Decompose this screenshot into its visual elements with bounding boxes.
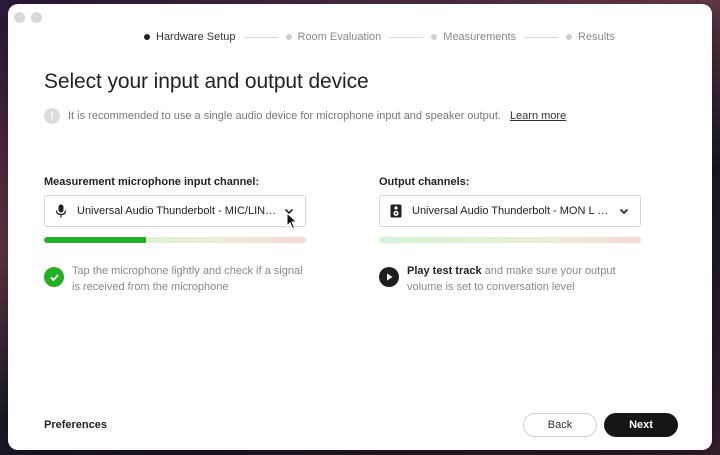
play-icon[interactable] <box>379 267 399 287</box>
output-device-value: Universal Audio Thunderbolt - MON L & R <box>412 205 612 217</box>
mouse-cursor-icon <box>286 212 298 230</box>
window-controls <box>14 12 42 23</box>
output-label: Output channels: <box>379 176 470 188</box>
next-button[interactable]: Next <box>604 413 678 437</box>
app-window: Hardware Setup Room Evaluation Measureme… <box>8 4 712 450</box>
output-level-meter <box>379 237 641 243</box>
input-level-fill <box>44 237 147 243</box>
page-title: Select your input and output device <box>44 70 369 93</box>
step-hardware-setup: Hardware Setup <box>144 31 236 43</box>
input-hint: Tap the microphone lightly and check if … <box>44 263 306 295</box>
step-label: Measurements <box>443 31 517 43</box>
step-connector <box>524 36 559 38</box>
close-window-button[interactable] <box>14 12 25 23</box>
step-label: Hardware Setup <box>156 31 236 43</box>
speaker-icon <box>389 204 403 218</box>
play-test-track-link[interactable]: Play test track <box>407 265 482 277</box>
step-dot-icon <box>285 34 292 40</box>
info-banner: ! It is recommended to use a single audi… <box>44 108 566 124</box>
step-dot-icon <box>566 34 573 40</box>
step-active-dot-icon <box>144 34 150 40</box>
back-button[interactable]: Back <box>523 413 597 437</box>
step-label: Results <box>578 31 615 43</box>
output-hint: Play test track and make sure your outpu… <box>379 263 641 295</box>
minimize-window-button[interactable] <box>31 12 42 23</box>
input-device-value: Universal Audio Thunderbolt - MIC/LINE/H… <box>77 205 277 217</box>
input-section: Measurement microphone input channel: Un… <box>44 176 306 295</box>
step-room-evaluation: Room Evaluation <box>285 31 382 43</box>
info-icon: ! <box>44 108 60 124</box>
chevron-down-icon <box>619 208 629 215</box>
step-dot-icon <box>431 34 438 40</box>
output-device-select[interactable]: Universal Audio Thunderbolt - MON L & R <box>379 195 641 227</box>
output-section: Output channels: Universal Audio Thunder… <box>379 176 641 295</box>
input-label: Measurement microphone input channel: <box>44 176 260 188</box>
input-device-select[interactable]: Universal Audio Thunderbolt - MIC/LINE/H… <box>44 195 306 227</box>
microphone-icon <box>54 204 68 218</box>
input-hint-text: Tap the microphone lightly and check if … <box>72 265 303 293</box>
learn-more-link[interactable]: Learn more <box>510 110 566 122</box>
step-label: Room Evaluation <box>297 31 382 43</box>
output-hint-text: Play test track and make sure your outpu… <box>407 263 641 295</box>
preferences-link[interactable]: Preferences <box>44 419 107 431</box>
step-results: Results <box>566 31 615 43</box>
progress-stepper: Hardware Setup Room Evaluation Measureme… <box>144 30 615 44</box>
info-text: It is recommended to use a single audio … <box>68 110 501 122</box>
step-connector <box>243 36 278 38</box>
input-level-meter <box>44 237 306 243</box>
step-connector <box>389 36 424 38</box>
checkmark-icon <box>44 267 64 287</box>
step-measurements: Measurements <box>431 31 516 43</box>
